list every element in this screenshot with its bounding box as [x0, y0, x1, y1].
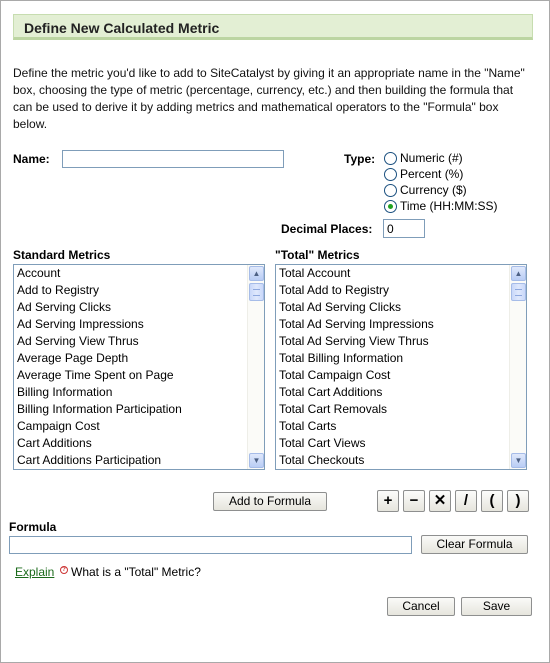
open-paren-button[interactable]: (	[481, 490, 503, 512]
radio-currency[interactable]	[384, 183, 397, 197]
close-paren-button[interactable]: )	[507, 490, 529, 512]
type-label: Type:	[344, 152, 376, 166]
list-item[interactable]: Billing Information	[17, 384, 264, 401]
list-item[interactable]: Campaign Cost	[17, 418, 264, 435]
list-item[interactable]: Average Page Depth	[17, 350, 264, 367]
list-item[interactable]: Ad Serving Impressions	[17, 316, 264, 333]
intro-text: Define the metric you'd like to add to S…	[13, 66, 525, 131]
name-input[interactable]	[62, 150, 284, 168]
list-item[interactable]: Account	[17, 265, 264, 282]
type-option-currency[interactable]: Currency ($)	[384, 182, 467, 198]
divide-operator-button[interactable]: /	[455, 490, 477, 512]
list-item[interactable]: Average Time Spent on Page	[17, 367, 264, 384]
explain-row: Explain	[15, 565, 54, 579]
plus-operator-button[interactable]: +	[377, 490, 399, 512]
type-option-numeric[interactable]: Numeric (#)	[384, 150, 463, 166]
list-item[interactable]: Add to Registry	[17, 282, 264, 299]
type-option-label: Currency ($)	[400, 183, 467, 197]
total-metrics-list[interactable]: Total Account Total Add to Registry Tota…	[275, 264, 527, 470]
list-item[interactable]: Billing Information Participation	[17, 401, 264, 418]
type-option-percent[interactable]: Percent (%)	[384, 166, 463, 182]
type-option-label: Percent (%)	[400, 167, 464, 181]
list-item[interactable]: Total Checkouts	[279, 452, 526, 469]
scroll-down-arrow-icon[interactable]: ▼	[511, 453, 526, 468]
total-metrics-scrollbar[interactable]: ▲ ▼	[509, 265, 526, 469]
list-item[interactable]: Total Cart Removals	[279, 401, 526, 418]
type-option-label: Numeric (#)	[400, 151, 463, 165]
total-metrics-label: "Total" Metrics	[275, 248, 360, 262]
decimal-places-label: Decimal Places:	[281, 222, 373, 236]
radio-time[interactable]	[384, 199, 397, 213]
list-item[interactable]: Total Ad Serving Clicks	[279, 299, 526, 316]
list-item[interactable]: Total Cart Additions	[279, 384, 526, 401]
formula-label: Formula	[9, 520, 57, 534]
clear-formula-button[interactable]: Clear Formula	[421, 535, 528, 554]
standard-metrics-scrollbar[interactable]: ▲ ▼	[247, 265, 264, 469]
list-item[interactable]: Total Ad Serving View Thrus	[279, 333, 526, 350]
cancel-button[interactable]: Cancel	[387, 597, 455, 616]
standard-metrics-list[interactable]: Account Add to Registry Ad Serving Click…	[13, 264, 265, 470]
standard-metrics-label: Standard Metrics	[13, 248, 111, 262]
scroll-down-arrow-icon[interactable]: ▼	[249, 453, 264, 468]
formula-input[interactable]	[9, 536, 412, 554]
list-item[interactable]: Cart Additions Participation	[17, 452, 264, 469]
radio-numeric[interactable]	[384, 151, 397, 165]
radio-percent[interactable]	[384, 167, 397, 181]
list-item[interactable]: Cart Additions	[17, 435, 264, 452]
minus-operator-button[interactable]: −	[403, 490, 425, 512]
explain-link[interactable]: Explain	[15, 565, 54, 579]
total-metric-help-text: What is a "Total" Metric?	[71, 565, 201, 579]
type-option-label: Time (HH:MM:SS)	[400, 199, 498, 213]
list-item[interactable]: Total Account	[279, 265, 526, 282]
multiply-operator-button[interactable]: ✕	[429, 490, 451, 512]
add-to-formula-button[interactable]: Add to Formula	[213, 492, 327, 511]
list-item[interactable]: Total Add to Registry	[279, 282, 526, 299]
scroll-up-arrow-icon[interactable]: ▲	[249, 266, 264, 281]
name-label: Name:	[13, 152, 50, 166]
scroll-up-arrow-icon[interactable]: ▲	[511, 266, 526, 281]
list-item[interactable]: Total Campaign Cost	[279, 367, 526, 384]
scroll-thumb[interactable]	[511, 283, 526, 301]
list-item[interactable]: Total Billing Information	[279, 350, 526, 367]
list-item[interactable]: Total Carts	[279, 418, 526, 435]
list-item[interactable]: Ad Serving Clicks	[17, 299, 264, 316]
list-item[interactable]: Ad Serving View Thrus	[17, 333, 264, 350]
list-item[interactable]: Total Cart Views	[279, 435, 526, 452]
type-option-time[interactable]: Time (HH:MM:SS)	[384, 198, 498, 214]
scroll-thumb[interactable]	[249, 283, 264, 301]
save-button[interactable]: Save	[461, 597, 532, 616]
help-icon[interactable]: ?	[60, 566, 68, 574]
decimal-places-input[interactable]	[383, 219, 425, 238]
list-item[interactable]: Total Ad Serving Impressions	[279, 316, 526, 333]
dialog-title: Define New Calculated Metric	[24, 20, 220, 36]
dialog-title-bar: Define New Calculated Metric	[13, 14, 533, 40]
